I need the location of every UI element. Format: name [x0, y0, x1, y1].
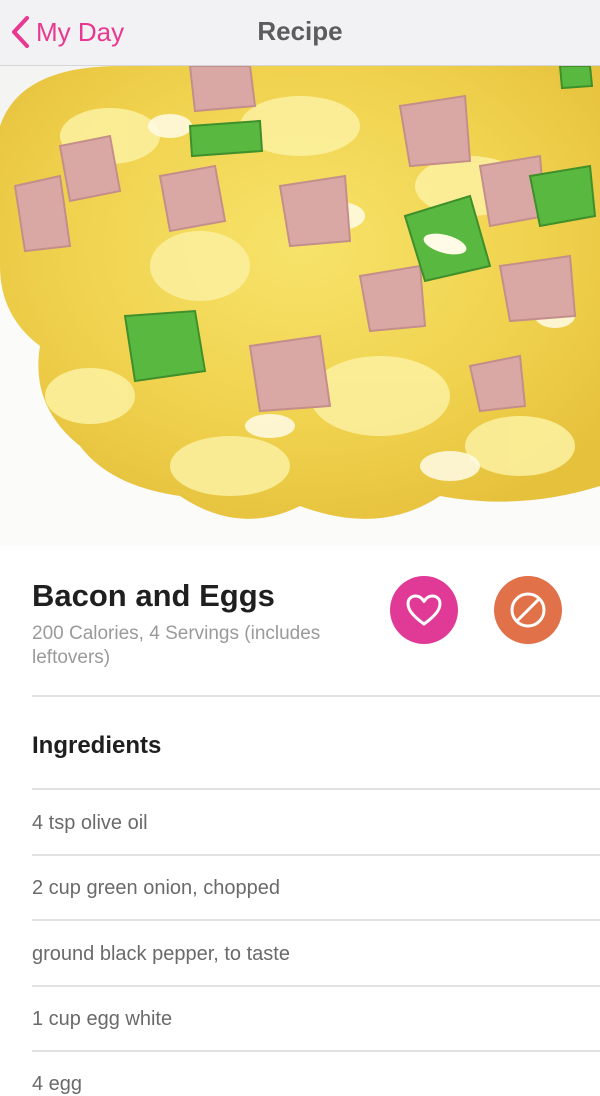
ingredient-text: 2 cup green onion, chopped: [32, 877, 280, 899]
ingredient-item[interactable]: 4 egg: [32, 1051, 600, 1096]
ingredient-text: 1 cup egg white: [32, 1008, 173, 1030]
recipe-photo: [0, 66, 600, 546]
recipe-title: Bacon and Eggs: [32, 578, 275, 613]
page-title: Recipe: [257, 16, 343, 46]
ingredient-item[interactable]: 4 tsp olive oil: [32, 790, 600, 856]
dislike-button[interactable]: [494, 576, 562, 644]
ingredients-heading: Ingredients: [32, 732, 162, 759]
ingredient-item[interactable]: ground black pepper, to taste: [32, 921, 600, 987]
ingredient-text: 4 egg: [32, 1073, 83, 1095]
favorite-button[interactable]: [390, 576, 458, 644]
ingredient-item[interactable]: 1 cup egg white: [32, 986, 600, 1052]
prohibited-icon: [510, 592, 546, 628]
ingredient-text: 4 tsp olive oil: [32, 812, 148, 834]
ingredient-item[interactable]: 2 cup green onion, chopped: [32, 855, 600, 921]
navigation-bar: My Day Recipe: [0, 0, 600, 66]
divider: [32, 695, 600, 697]
heart-icon: [406, 594, 442, 626]
ingredient-text: ground black pepper, to taste: [32, 943, 290, 965]
recipe-info: Bacon and Eggs 200 Calories, 4 Servings …: [0, 546, 600, 696]
recipe-subtitle: 200 Calories, 4 Servings (includes lefto…: [32, 623, 321, 668]
